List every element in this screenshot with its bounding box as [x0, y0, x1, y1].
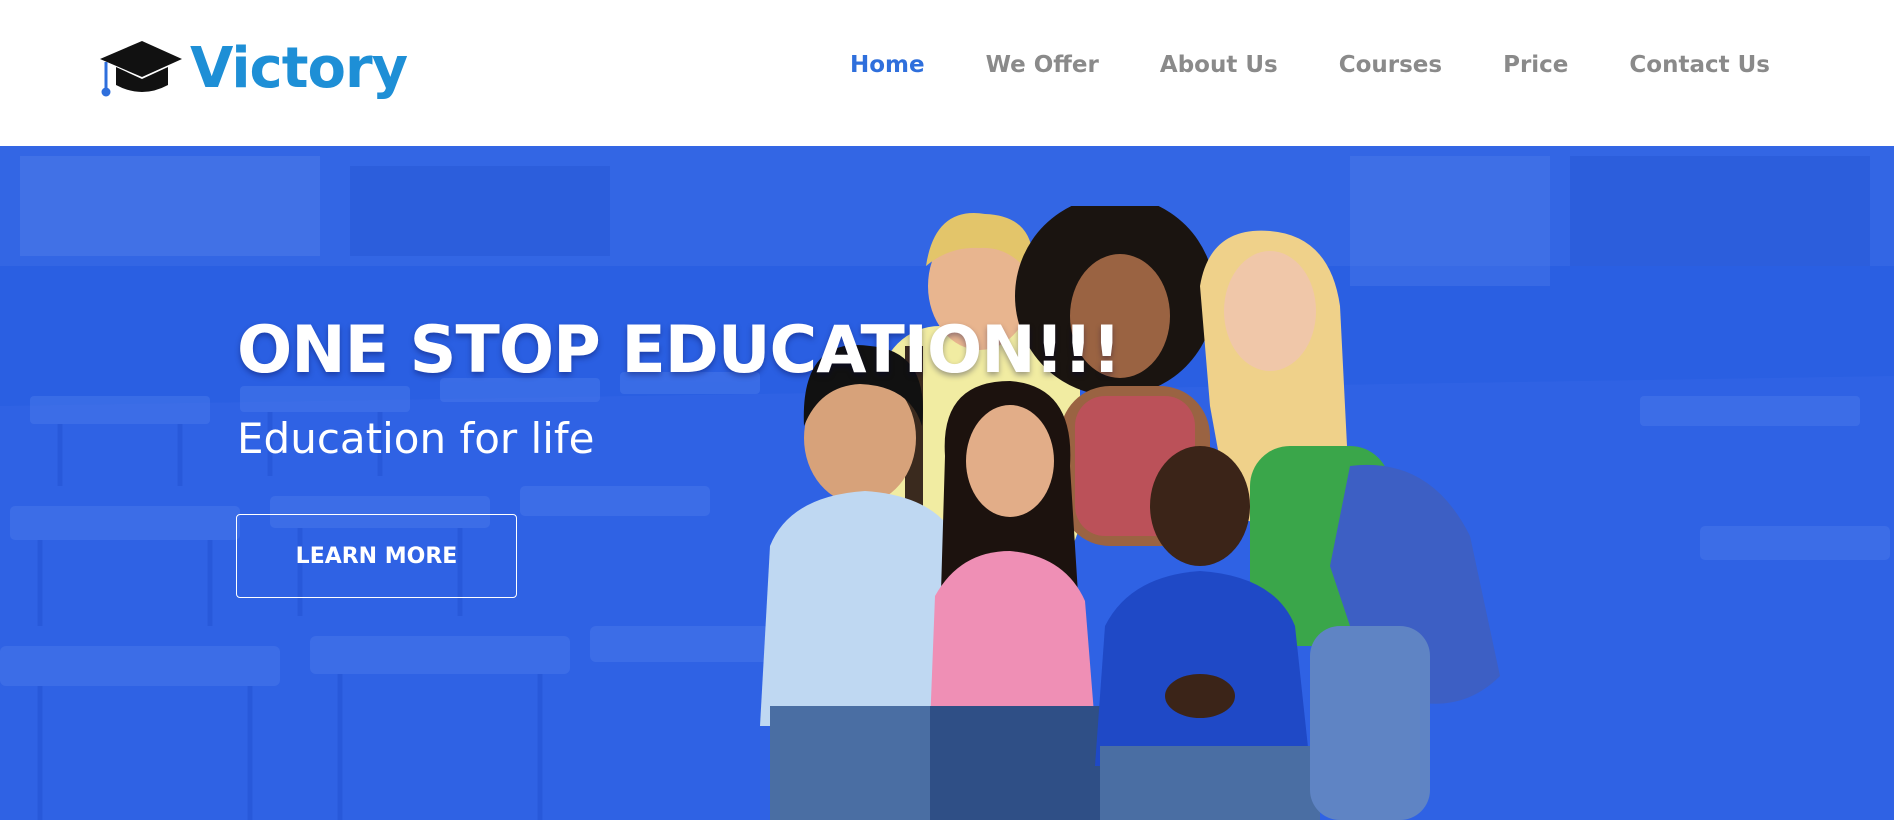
logo[interactable]: Victory [96, 34, 408, 104]
nav-courses[interactable]: Courses [1339, 52, 1442, 78]
graduation-cap-icon [100, 41, 182, 97]
main-nav: Home We Offer About Us Courses Price Con… [850, 52, 1770, 78]
site-header: Victory Home We Offer About Us Courses P… [0, 0, 1894, 146]
hero-title: ONE STOP EDUCATION!!! [237, 313, 1122, 388]
nav-about-us[interactable]: About Us [1160, 52, 1278, 78]
nav-price[interactable]: Price [1503, 52, 1568, 78]
hero-subtitle: Education for life [237, 414, 595, 463]
nav-contact-us[interactable]: Contact Us [1629, 52, 1770, 78]
students-group-image [760, 206, 1500, 820]
learn-more-button[interactable]: LEARN MORE [236, 514, 517, 598]
nav-home[interactable]: Home [850, 52, 925, 78]
hero-banner: ONE STOP EDUCATION!!! Education for life… [0, 146, 1894, 820]
brand-name: Victory [190, 36, 408, 101]
nav-we-offer[interactable]: We Offer [986, 52, 1099, 78]
